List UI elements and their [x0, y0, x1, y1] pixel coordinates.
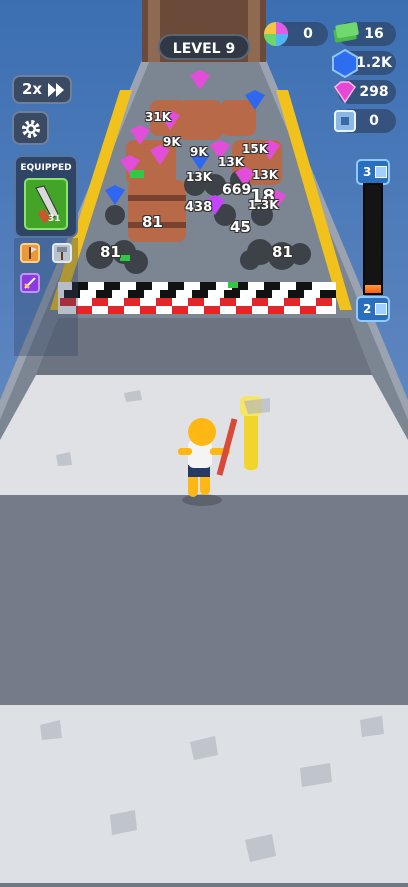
settings-button[interactable] — [12, 111, 49, 145]
current-stage-number: 3 — [363, 165, 372, 179]
track-label: 13K — [252, 168, 278, 182]
item-slot-hammer[interactable] — [52, 243, 72, 263]
equipped-panel[interactable]: EQUIPPED 31 — [14, 155, 78, 238]
speed-toggle-button[interactable]: 2x — [12, 75, 72, 104]
blue-gem-icon — [332, 48, 358, 78]
track-label: 81 — [142, 213, 163, 231]
track-label: 13K — [218, 155, 244, 169]
equipped-weapon-slot[interactable]: 31 — [24, 178, 68, 230]
chip-count: 0 — [369, 113, 379, 129]
pink-gem-icon — [334, 81, 356, 104]
track-label: 31K — [145, 110, 171, 124]
item-slot-axe[interactable] — [20, 243, 40, 263]
level-progress-bar — [363, 183, 383, 295]
game-scene: 81 81 81 18 438 45 669 13K 13K 13K 9K 9K… — [0, 0, 408, 883]
track-label: 13K — [186, 170, 212, 184]
track-label: 1.3K — [248, 198, 279, 212]
track-label: 9K — [190, 145, 208, 159]
track-label: 9K — [163, 135, 181, 149]
track-label: 438 — [185, 200, 213, 215]
next-stage-number: 2 — [363, 302, 372, 316]
balls-count: 0 — [303, 26, 313, 42]
track-label: 81 — [272, 243, 293, 261]
equipped-title: EQUIPPED — [20, 163, 72, 173]
next-stage-badge: 2 — [356, 296, 390, 322]
finish-line — [58, 282, 336, 314]
track-label: 669 — [222, 182, 252, 198]
hammer-icon — [57, 247, 67, 260]
item-slot-sword[interactable] — [20, 273, 40, 293]
stage-chip-icon — [375, 303, 387, 315]
rainbow-ball-icon — [264, 22, 288, 46]
current-stage-badge: 3 — [356, 159, 390, 185]
gear-icon — [22, 120, 40, 138]
pink-gem-count: 298 — [359, 84, 389, 100]
fast-forward-icon — [48, 83, 64, 97]
equipped-level: 31 — [48, 214, 61, 224]
track-label: 45 — [230, 218, 251, 236]
cash-icon — [333, 22, 359, 43]
level-indicator: LEVEL 9 — [158, 34, 250, 60]
stage-chip-icon — [375, 166, 387, 178]
chip-icon — [334, 110, 356, 132]
track-label: 15K — [242, 142, 268, 156]
axe-icon — [29, 247, 37, 259]
level-progress-fill — [365, 285, 381, 293]
cash-count: 16 — [364, 26, 384, 42]
blue-gem-count: 1.2K — [356, 55, 392, 71]
track-label: 81 — [100, 243, 121, 261]
speed-label: 2x — [22, 80, 43, 98]
sword-icon — [24, 277, 36, 289]
